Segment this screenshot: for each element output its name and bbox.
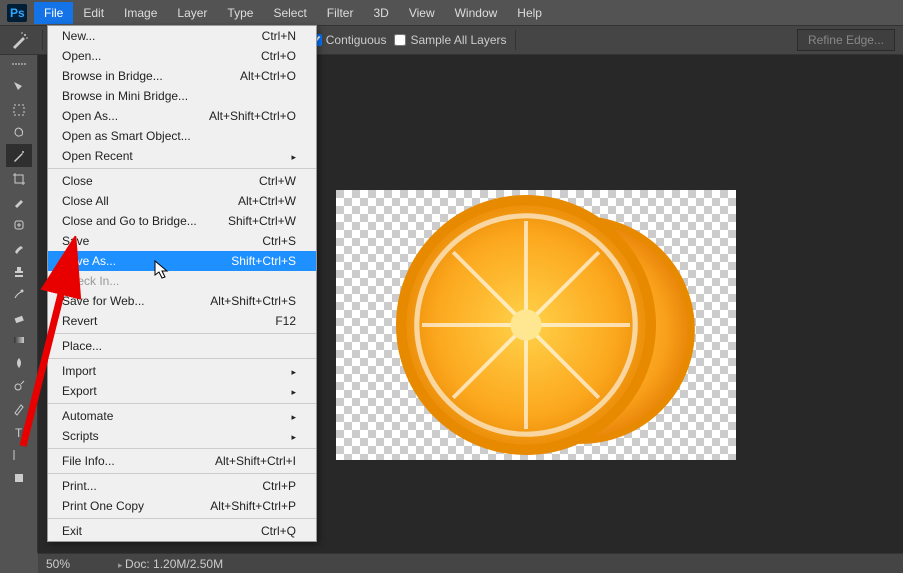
menu-filter[interactable]: Filter [317, 2, 364, 24]
menuitem-open-recent[interactable]: Open Recent [48, 146, 316, 166]
menu-image[interactable]: Image [114, 2, 167, 24]
menu-view[interactable]: View [399, 2, 445, 24]
heal-tool[interactable] [6, 213, 32, 236]
menuitem-close[interactable]: CloseCtrl+W [48, 171, 316, 191]
marquee-tool[interactable] [6, 98, 32, 121]
menuitem-exit[interactable]: ExitCtrl+Q [48, 521, 316, 541]
panel-grip-icon[interactable] [5, 63, 33, 69]
wand-tool[interactable] [6, 144, 32, 167]
image-content [396, 195, 656, 455]
menu-file[interactable]: File [34, 2, 73, 24]
menuitem-print-one-copy[interactable]: Print One CopyAlt+Shift+Ctrl+P [48, 496, 316, 516]
lasso-tool[interactable] [6, 121, 32, 144]
eyedropper-tool[interactable] [6, 190, 32, 213]
svg-text:Ps: Ps [10, 6, 25, 20]
crop-tool[interactable] [6, 167, 32, 190]
sample-all-checkbox[interactable]: Sample All Layers [394, 33, 506, 47]
status-bar: 50% Doc: 1.20M/2.50M [38, 553, 903, 573]
app-logo-icon: Ps [6, 4, 28, 22]
menu-3d[interactable]: 3D [363, 2, 398, 24]
menuitem-open-as[interactable]: Open As...Alt+Shift+Ctrl+O [48, 106, 316, 126]
divider [515, 30, 516, 50]
menubar: Ps FileEditImageLayerTypeSelectFilter3DV… [0, 0, 903, 25]
menuitem-close-all[interactable]: Close AllAlt+Ctrl+W [48, 191, 316, 211]
mouse-cursor-icon [154, 260, 170, 280]
magic-wand-icon[interactable] [6, 28, 34, 52]
annotation-arrow-icon [13, 236, 93, 456]
shape-tool[interactable] [6, 466, 32, 489]
menuitem-close-and-go-to-bridge[interactable]: Close and Go to Bridge...Shift+Ctrl+W [48, 211, 316, 231]
menu-window[interactable]: Window [445, 2, 508, 24]
zoom-level[interactable]: 50% [46, 557, 106, 571]
refine-edge-button[interactable]: Refine Edge... [797, 29, 895, 51]
menuitem-open-as-smart-object[interactable]: Open as Smart Object... [48, 126, 316, 146]
menuitem-browse-in-bridge[interactable]: Browse in Bridge...Alt+Ctrl+O [48, 66, 316, 86]
menu-help[interactable]: Help [507, 2, 552, 24]
menuitem-print[interactable]: Print...Ctrl+P [48, 476, 316, 496]
move-tool[interactable] [6, 75, 32, 98]
document-canvas[interactable] [336, 190, 736, 460]
menu-type[interactable]: Type [217, 2, 263, 24]
doc-info[interactable]: Doc: 1.20M/2.50M [118, 557, 223, 571]
menu-edit[interactable]: Edit [73, 2, 114, 24]
menuitem-open[interactable]: Open...Ctrl+O [48, 46, 316, 66]
menu-select[interactable]: Select [263, 2, 316, 24]
menuitem-new[interactable]: New...Ctrl+N [48, 26, 316, 46]
menu-layer[interactable]: Layer [167, 2, 217, 24]
contiguous-checkbox[interactable]: Contiguous [310, 33, 387, 47]
menuitem-browse-in-mini-bridge[interactable]: Browse in Mini Bridge... [48, 86, 316, 106]
divider [42, 30, 43, 50]
